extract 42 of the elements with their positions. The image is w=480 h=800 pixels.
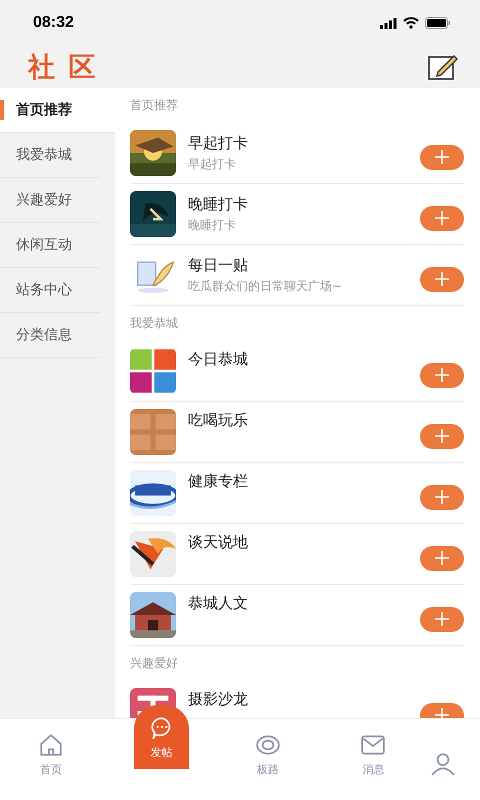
sidebar-item[interactable]: 站务中心 xyxy=(0,268,100,313)
forum-description: 晚睡打卡 xyxy=(188,216,237,234)
battery-icon xyxy=(425,17,450,29)
plus-icon xyxy=(435,211,449,225)
page-title: 社 区 xyxy=(28,51,98,85)
forum-name: 吃喝玩乐 xyxy=(188,411,249,430)
plus-icon xyxy=(435,551,449,565)
add-button[interactable] xyxy=(420,206,464,230)
wifi-icon xyxy=(403,17,419,29)
status-time: 08:32 xyxy=(33,14,74,32)
plus-icon xyxy=(435,368,449,382)
sidebar-item[interactable]: 分类信息 xyxy=(0,313,100,358)
sidebar-item[interactable]: 我爱恭城 xyxy=(0,133,100,178)
sidebar-item[interactable]: 兴趣爱好 xyxy=(0,178,100,223)
forum-name: 摄影沙龙 xyxy=(188,690,249,709)
signal-icon xyxy=(380,18,397,28)
add-button[interactable] xyxy=(420,546,464,570)
forum-name: 每日一贴 xyxy=(188,256,249,274)
forum-name: 晚睡打卡 xyxy=(188,194,249,214)
add-button[interactable] xyxy=(420,484,464,510)
forum-name: 谈天说地 xyxy=(188,533,249,552)
forum-name: 健康专栏 xyxy=(188,472,249,491)
plus-icon xyxy=(435,150,449,164)
add-button[interactable] xyxy=(420,362,464,388)
sidebar-item[interactable]: 首页推荐 xyxy=(0,88,115,133)
add-button[interactable] xyxy=(420,144,464,170)
section-heading: 兴趣爱好 xyxy=(130,655,179,672)
plus-icon xyxy=(435,272,449,286)
forum-name: 今日恭城 xyxy=(188,350,249,369)
add-button[interactable] xyxy=(420,424,464,448)
forum-description: 早起打卡 xyxy=(188,156,237,172)
add-button[interactable] xyxy=(420,266,464,292)
plus-icon xyxy=(435,429,449,443)
forum-name: 早起打卡 xyxy=(188,134,249,152)
add-button[interactable] xyxy=(420,606,464,632)
forum-description: 吃瓜群众们的日常聊天广场~ xyxy=(188,278,344,294)
forum-name: 恭城人文 xyxy=(188,594,249,613)
plus-icon xyxy=(435,612,449,626)
sidebar-item[interactable]: 休闲互动 xyxy=(0,223,100,268)
section-heading: 我爱恭城 xyxy=(130,315,179,332)
plus-icon xyxy=(435,490,449,504)
section-heading: 首页推荐 xyxy=(130,97,179,114)
